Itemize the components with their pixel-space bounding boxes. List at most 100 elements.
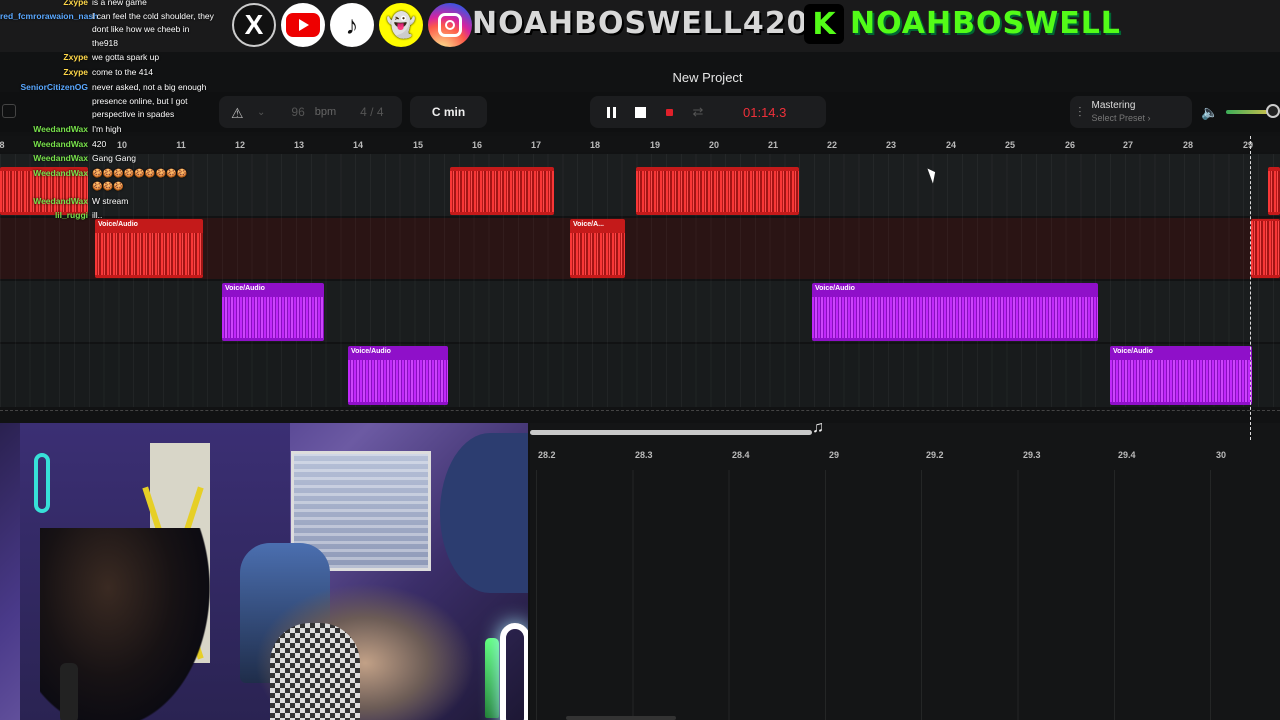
chat-text: 🍪🍪🍪🍪🍪🍪🍪🍪🍪 bbox=[92, 168, 188, 178]
panel-divider[interactable] bbox=[0, 410, 1280, 411]
chat-username: red_fcmrorawaion_nash bbox=[0, 11, 99, 21]
chat-username: Zxype bbox=[63, 52, 88, 62]
clip-label: Voice/A... bbox=[573, 221, 604, 228]
chat-text: dont like how we cheeb in bbox=[92, 24, 190, 34]
record-button[interactable] bbox=[658, 101, 680, 123]
editor-ruler-tick: 29.3 bbox=[1023, 450, 1041, 460]
mastering-button[interactable]: ⫶ Mastering Select Preset › bbox=[1070, 96, 1192, 128]
audio-clip[interactable] bbox=[1251, 219, 1280, 278]
chat-username: WeedandWax bbox=[33, 139, 88, 149]
chat-username: WeedandWax bbox=[33, 196, 88, 206]
chat-text: I'm high bbox=[92, 124, 122, 134]
clip-label: Voice/Audio bbox=[1113, 348, 1153, 355]
time-display: 01:14.3 bbox=[743, 104, 787, 120]
chat-text: never asked, not a big enough bbox=[92, 82, 207, 92]
ruler-tick: 26 bbox=[1064, 140, 1076, 150]
ruler-tick: 14 bbox=[352, 140, 364, 150]
ruler-tick: 17 bbox=[530, 140, 542, 150]
editor-ruler-tick: 28.2 bbox=[538, 450, 556, 460]
chat-username: Zxype bbox=[63, 67, 88, 77]
audio-clip[interactable]: Voice/A... bbox=[570, 219, 625, 278]
time-signature[interactable]: 4 / 4 bbox=[360, 105, 383, 119]
ruler-tick: 21 bbox=[767, 140, 779, 150]
kick-handle: NOAHBOSWELL bbox=[850, 6, 1121, 41]
ruler-tick: 22 bbox=[826, 140, 838, 150]
chat-text: presence online, but I got bbox=[92, 96, 188, 106]
chat-username: WeedandWax bbox=[33, 153, 88, 163]
ruler-tick: 12 bbox=[234, 140, 246, 150]
chat-text: W stream bbox=[92, 196, 129, 206]
chat-username: WeedandWax bbox=[33, 124, 88, 134]
ruler-tick: 24 bbox=[945, 140, 957, 150]
audio-clip[interactable]: Voice/Audio bbox=[222, 283, 324, 341]
ruler-tick: 19 bbox=[649, 140, 661, 150]
snapchat-icon: 👻 bbox=[379, 3, 423, 47]
clip-label: Voice/Audio bbox=[815, 285, 855, 292]
audio-clip[interactable] bbox=[1268, 167, 1280, 215]
transport-controls: ⇄ 01:14.3 bbox=[590, 96, 826, 128]
ruler-tick: 28 bbox=[1182, 140, 1194, 150]
editor-horizontal-scrollbar[interactable] bbox=[566, 716, 676, 720]
pause-button[interactable] bbox=[600, 101, 622, 123]
webcam-feed bbox=[0, 423, 528, 720]
ruler-tick: 25 bbox=[1004, 140, 1016, 150]
chat-username: WeedandWax bbox=[33, 168, 88, 178]
tiktok-icon: ♪ bbox=[330, 3, 374, 47]
chat-text: I can feel the cold shoulder, they bbox=[92, 11, 214, 21]
chat-text: 420 bbox=[92, 139, 107, 149]
project-title[interactable]: New Project bbox=[600, 70, 815, 85]
clip-label: Voice/Audio bbox=[225, 285, 265, 292]
mastering-title: Mastering bbox=[1091, 100, 1136, 111]
audio-clip[interactable]: Voice/Audio bbox=[348, 346, 448, 405]
ruler-tick: 29 bbox=[1242, 140, 1254, 150]
add-note-icon[interactable]: ♫ bbox=[812, 419, 824, 437]
clip-label: Voice/Audio bbox=[351, 348, 391, 355]
loop-icon[interactable]: ⇄ bbox=[687, 101, 709, 123]
ruler-tick: 16 bbox=[471, 140, 483, 150]
chat-username: lil_ruggi bbox=[54, 210, 88, 220]
editor-ruler-tick: 29.4 bbox=[1118, 450, 1136, 460]
sliders-icon: ⫶ bbox=[1078, 103, 1082, 120]
volume-icon[interactable]: 🔈 bbox=[1201, 104, 1218, 121]
instagram-icon bbox=[428, 3, 472, 47]
chat-text: is a new game bbox=[92, 0, 147, 7]
editor-ruler-tick: 29 bbox=[829, 450, 840, 460]
ruler-tick: 15 bbox=[412, 140, 424, 150]
mastering-preset: Select Preset › bbox=[1091, 113, 1151, 123]
audio-clip[interactable]: Voice/Audio bbox=[1110, 346, 1252, 405]
social-handle: NOAHBOSWELL420 bbox=[472, 6, 809, 41]
stop-button[interactable] bbox=[629, 101, 651, 123]
editor-scrollbar[interactable] bbox=[530, 430, 812, 435]
chat-username: Zxype bbox=[63, 0, 88, 7]
chat-text: come to the 414 bbox=[92, 67, 153, 77]
chat-text: we gotta spark up bbox=[92, 52, 160, 62]
youtube-icon bbox=[281, 3, 325, 47]
bpm-value[interactable]: 96 bbox=[291, 105, 304, 119]
ruler-tick: 27 bbox=[1122, 140, 1134, 150]
track-4[interactable] bbox=[0, 344, 1280, 407]
editor-ruler-tick: 28.4 bbox=[732, 450, 750, 460]
audio-clip[interactable] bbox=[450, 167, 554, 215]
ruler-tick: 20 bbox=[708, 140, 720, 150]
chat-username: SeniorCitizenOG bbox=[20, 82, 88, 92]
ruler-tick: 18 bbox=[589, 140, 601, 150]
chevron-down-icon[interactable]: ⌄ bbox=[257, 107, 265, 118]
editor-ruler-tick: 30 bbox=[1216, 450, 1227, 460]
volume-slider-handle[interactable] bbox=[1266, 104, 1280, 118]
chat-text: 🍪🍪🍪 bbox=[92, 181, 124, 191]
playhead[interactable] bbox=[1250, 136, 1251, 440]
audio-clip[interactable]: Voice/Audio bbox=[812, 283, 1098, 341]
key-selector[interactable]: C min bbox=[410, 96, 487, 128]
audio-clip[interactable] bbox=[636, 167, 799, 215]
editor-ruler[interactable]: 28.2 28.3 28.4 29 29.2 29.3 29.4 30 bbox=[530, 447, 1280, 463]
chat-text: perspective in spades bbox=[92, 109, 175, 119]
editor-grid[interactable] bbox=[536, 470, 1280, 720]
metronome-icon[interactable]: ⚠ bbox=[231, 105, 245, 121]
chat-text: Gang Gang bbox=[92, 153, 136, 163]
chat-text: ill.. bbox=[92, 210, 103, 220]
editor-ruler-tick: 28.3 bbox=[635, 450, 653, 460]
ruler-tick: 23 bbox=[885, 140, 897, 150]
bpm-label: bpm bbox=[314, 106, 337, 118]
social-icons: X ♪ 👻 bbox=[232, 3, 472, 47]
editor-ruler-tick: 29.2 bbox=[926, 450, 944, 460]
